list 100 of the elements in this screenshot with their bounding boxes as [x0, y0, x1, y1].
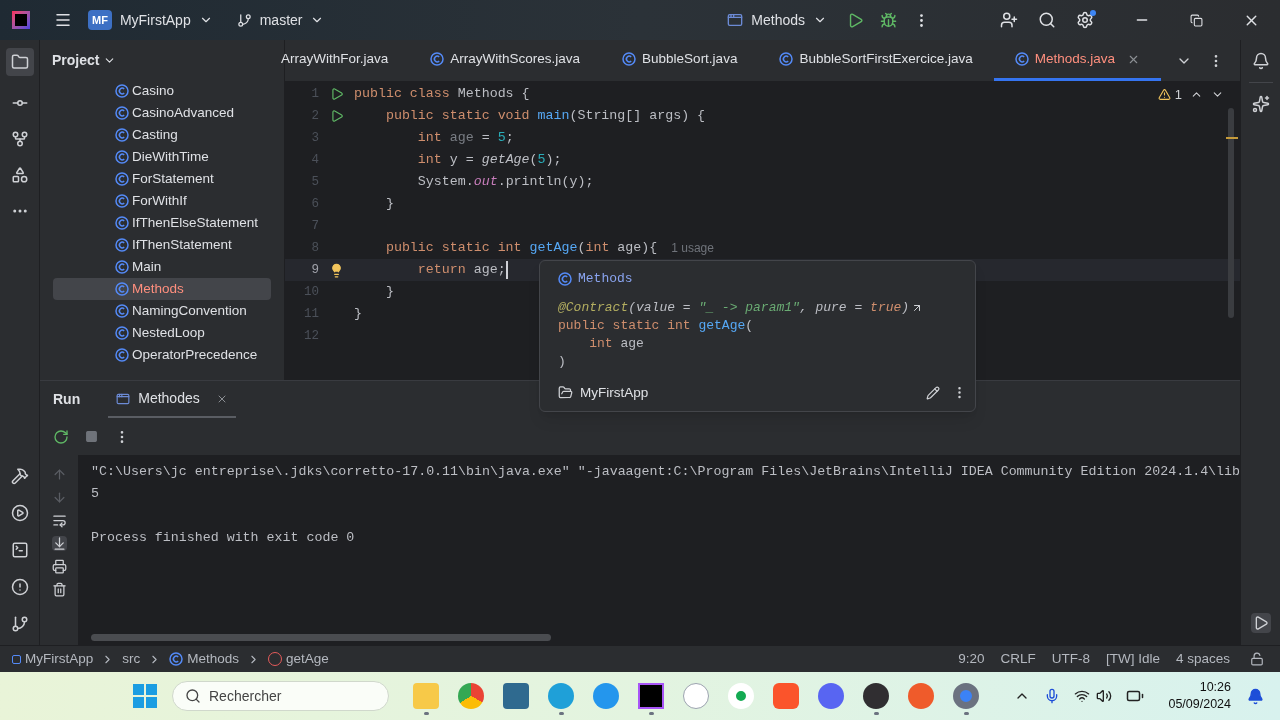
class-file-icon — [430, 52, 445, 66]
breadcrumb[interactable]: MyFirstApp — [25, 648, 94, 670]
class-icon — [115, 238, 129, 252]
class-icon — [558, 271, 572, 286]
tree-item[interactable]: ForWithIf — [53, 190, 271, 212]
soft-wrap-icon[interactable] — [51, 513, 67, 528]
breadcrumb[interactable]: getAge — [286, 648, 329, 670]
clock-date[interactable]: 05/09/2024 — [1168, 696, 1231, 713]
branch-selector[interactable]: master — [236, 9, 325, 31]
signature-line: ) — [558, 352, 566, 371]
editor-tab[interactable]: Methods.java — [993, 40, 1161, 81]
code-line: int age = 5; — [416, 129, 514, 148]
popup-class-name[interactable]: Methods — [578, 269, 633, 289]
run-gutter-icon[interactable] — [329, 87, 344, 101]
stop-icon[interactable] — [85, 430, 98, 443]
run-config-selector[interactable]: Methods — [727, 9, 827, 31]
hammer-icon[interactable] — [10, 467, 29, 485]
class-icon — [115, 84, 129, 98]
class-icon — [115, 326, 129, 340]
assistant-icon[interactable] — [1251, 95, 1270, 113]
tree-item[interactable]: NamingConvention — [53, 300, 271, 322]
class-icon — [115, 172, 129, 186]
warning-icon[interactable] — [1157, 88, 1171, 102]
tree-item[interactable]: ForStatement — [53, 168, 271, 190]
tree-item[interactable]: Methods — [53, 278, 271, 300]
scroll-to-end-icon[interactable] — [51, 536, 67, 551]
run-icon[interactable] — [847, 11, 864, 29]
run-icon[interactable] — [1250, 613, 1271, 633]
clock-time[interactable]: 10:26 — [1199, 679, 1231, 696]
tree-item[interactable]: CasinoAdvanced — [53, 102, 271, 124]
app-logo-icon[interactable] — [12, 11, 30, 29]
project-selector[interactable]: MF MyFirstApp — [88, 9, 213, 31]
code-line: public class Methods { — [354, 85, 530, 104]
menu-icon[interactable] — [54, 11, 72, 29]
code-line: } — [384, 283, 394, 302]
search-icon[interactable] — [1038, 11, 1056, 29]
signature-line: public static int getAge( — [558, 316, 754, 335]
tree-item[interactable]: NestedLoop — [53, 322, 271, 344]
terminal-icon[interactable] — [10, 541, 29, 559]
class-icon — [115, 128, 129, 142]
class-file-icon — [779, 52, 794, 66]
class-icon — [115, 150, 129, 164]
print-icon[interactable] — [51, 559, 67, 574]
class-icon — [115, 304, 129, 318]
class-icon — [115, 194, 129, 208]
run-panel-title: Run — [53, 390, 81, 409]
status-item[interactable]: 9:20 — [958, 648, 985, 670]
wifi-icon[interactable] — [1074, 688, 1091, 704]
editor-tab[interactable]: ArrayWithScores.java — [409, 40, 602, 81]
branch-icon[interactable] — [10, 615, 29, 633]
signature-line: int age — [588, 334, 644, 353]
breadcrumb[interactable]: Methods — [187, 648, 240, 670]
trash-icon[interactable] — [51, 582, 67, 597]
pull-request-icon[interactable] — [10, 130, 29, 148]
settings-icon[interactable] — [1076, 11, 1094, 29]
structure-icon[interactable] — [10, 166, 29, 184]
project-panel-title[interactable]: Project — [52, 49, 117, 71]
volume-icon[interactable] — [1096, 688, 1113, 704]
restore-icon[interactable] — [1190, 13, 1203, 27]
class-icon — [115, 216, 129, 230]
status-item[interactable]: 4 spaces — [1175, 648, 1230, 670]
start-icon[interactable] — [133, 684, 157, 708]
branch-icon — [236, 12, 252, 28]
signature-line: @Contract(value = "_ -> param1", pure = true) — [558, 298, 910, 317]
search-icon — [185, 688, 201, 704]
status-item[interactable]: [TW] Idle — [1105, 648, 1160, 670]
editor-tab[interactable]: ArrayWithFor.java — [281, 40, 410, 81]
rerun-icon[interactable] — [53, 428, 69, 445]
edit-icon[interactable] — [926, 385, 940, 400]
lightbulb-icon[interactable] — [329, 262, 344, 278]
lock-icon[interactable] — [1250, 652, 1264, 666]
console-line: "C:\Users\jc entreprise\.jdks\corretto-17.0.11\bin\java.exe" "-javaagent:C:\Program Files\JetBrains\IntelliJ IDEA Community Edition 2024.1.4\lib — [91, 463, 1241, 481]
run-tab[interactable]: Methodes — [138, 388, 200, 409]
tree-item[interactable]: OperatorPrecedence — [53, 344, 271, 366]
status-item[interactable]: CRLF — [1000, 648, 1036, 670]
problems-icon[interactable] — [10, 578, 29, 596]
add-user-icon[interactable] — [1000, 11, 1018, 29]
tree-item[interactable]: IfThenStatement — [53, 234, 271, 256]
notification-icon[interactable] — [1251, 52, 1270, 70]
status-item[interactable]: UTF-8 — [1051, 648, 1090, 670]
warning-count[interactable]: 1 — [1174, 85, 1182, 105]
window-icon — [727, 12, 744, 28]
run-icon[interactable] — [10, 504, 29, 522]
bug-icon[interactable] — [880, 11, 897, 29]
module-name: MyFirstApp — [580, 383, 649, 402]
module-icon — [558, 385, 573, 401]
search-field[interactable]: Rechercher — [172, 681, 389, 711]
tree-item[interactable]: IfThenElseStatement — [53, 212, 271, 234]
tree-item[interactable]: DieWithTime — [53, 146, 271, 168]
code-line: public static int getAge(int age){ — [384, 239, 658, 258]
notification-icon[interactable] — [1247, 687, 1264, 705]
tree-item[interactable]: Casting — [53, 124, 271, 146]
editor-tab[interactable]: BubbleSort.java — [601, 40, 759, 81]
tree-item[interactable]: Casino — [53, 80, 271, 102]
code-line: public static void main(String[] args) { — [384, 107, 706, 126]
tree-item[interactable]: Main — [53, 256, 271, 278]
horizontal-scrollbar[interactable] — [91, 634, 551, 641]
editor-tab[interactable]: BubbleSortFirstExercice.java — [758, 40, 994, 81]
breadcrumb[interactable]: src — [122, 648, 141, 670]
run-gutter-icon[interactable] — [329, 109, 344, 123]
